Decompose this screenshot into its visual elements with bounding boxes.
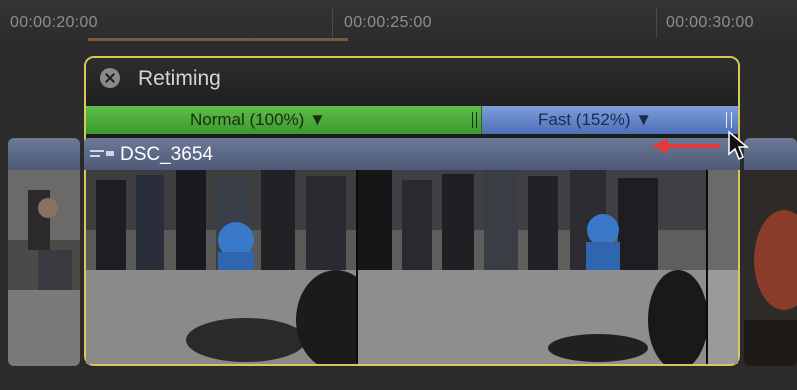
fast-speed-dropdown[interactable]: Fast (152%) ▼	[538, 110, 652, 130]
clip-thumbnail	[358, 170, 706, 364]
retiming-title: Retiming	[138, 67, 221, 90]
normal-speed-dropdown[interactable]: Normal (100%) ▼	[190, 110, 326, 130]
clip-thumbnail	[744, 170, 797, 366]
clip-filmstrip[interactable]	[86, 170, 738, 364]
clip-thumbnail	[708, 170, 738, 364]
mouse-pointer-icon	[728, 130, 750, 161]
speed-handle[interactable]	[472, 112, 477, 128]
timecode-label: 00:00:30:00	[666, 14, 754, 31]
clip-header[interactable]: DSC_3654	[84, 138, 740, 170]
retiming-header: Retiming	[86, 58, 738, 106]
normal-speed-segment[interactable]: Normal (100%) ▼	[86, 106, 482, 134]
timeline-ruler[interactable]: 00:00:20:00 00:00:25:00 00:00:30:00	[0, 0, 797, 44]
range-marker	[88, 38, 348, 41]
next-clip[interactable]	[744, 138, 797, 366]
red-arrow-icon	[652, 138, 720, 154]
timecode-label: 00:00:20:00	[10, 14, 98, 31]
fast-speed-segment[interactable]: Fast (152%) ▼	[482, 106, 738, 134]
retiming-handle[interactable]	[726, 112, 732, 128]
timecode-label: 00:00:25:00	[344, 14, 432, 31]
clip-menu-icon[interactable]	[90, 148, 114, 162]
ruler-tick	[332, 8, 333, 38]
previous-clip[interactable]	[8, 138, 80, 366]
close-icon[interactable]	[100, 68, 120, 88]
clip-name: DSC_3654	[120, 144, 213, 165]
clip-thumbnail	[86, 170, 356, 364]
clip-header	[8, 138, 80, 170]
clip-thumbnail	[8, 170, 80, 366]
ruler-tick	[656, 8, 657, 38]
